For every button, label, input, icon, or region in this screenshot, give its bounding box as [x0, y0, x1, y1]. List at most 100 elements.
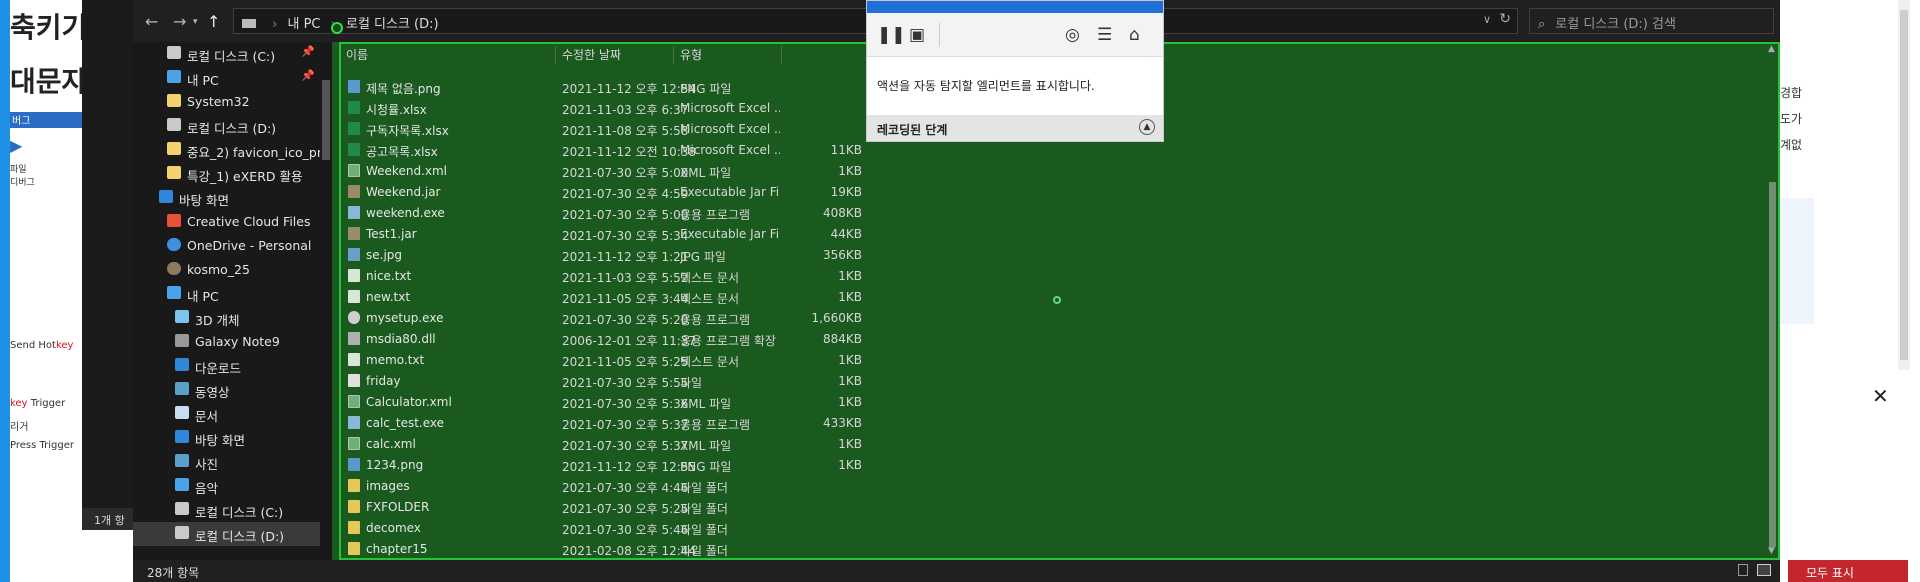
file-row[interactable]: decomex 2021-07-30 오후 5:46 파일 폴더: [332, 517, 1732, 538]
file-date: 2021-07-30 오후 5:37: [562, 418, 689, 432]
nav-item[interactable]: 중요_2) favicon_ico_png: [133, 138, 333, 162]
refresh-icon[interactable]: ↻: [1499, 11, 1511, 27]
file-row[interactable]: 공고목록.xlsx 2021-11-12 오전 10:38 Microsoft Ex…: [332, 139, 1732, 160]
recorded-steps-section[interactable]: 레코딩된 단계 ▲: [867, 115, 1163, 141]
bg-right-line-1: 경합: [1780, 86, 1803, 100]
nav-item[interactable]: 동영상: [133, 378, 323, 402]
nav-item[interactable]: Creative Cloud Files: [133, 210, 323, 234]
nav-item[interactable]: 로컬 디스크 (C:) 📌: [133, 42, 323, 66]
screenshot-icon[interactable]: ⌂: [1129, 25, 1140, 45]
nav-item[interactable]: 사진: [133, 450, 323, 474]
nav-item-label: 내 PC: [187, 73, 219, 88]
file-row[interactable]: nice.txt 2021-11-03 오후 5:52 텍스트 문서 1KB: [332, 265, 1732, 286]
large-icons-view-icon[interactable]: [1757, 564, 1771, 576]
file-row[interactable]: mysetup.exe 2021-07-30 오후 5:20 응용 프로그램 1,66…: [332, 307, 1732, 328]
recorded-steps-title: 레코딩된 단계: [877, 123, 948, 137]
file-type: 파일: [680, 376, 703, 390]
collapse-chevron-icon[interactable]: ▲: [1139, 119, 1155, 135]
file-row[interactable]: memo.txt 2021-11-05 오후 5:25 텍스트 문서 1KB: [332, 349, 1732, 370]
folder-icon: [167, 142, 181, 155]
close-icon[interactable]: ✕: [1872, 384, 1889, 408]
column-header-date[interactable]: 수정한 날짜: [556, 46, 674, 64]
file-row[interactable]: new.txt 2021-11-05 오후 3:44 텍스트 문서 1KB: [332, 286, 1732, 307]
file-row[interactable]: weekend.exe 2021-07-30 오후 5:00 응용 프로그램 408K…: [332, 202, 1732, 223]
save-icon[interactable]: ▣: [909, 25, 925, 45]
file-row[interactable]: Weekend.xml 2021-07-30 오후 5:00 XML 파일 1KB: [332, 160, 1732, 181]
file-type: XML 파일: [680, 397, 732, 411]
nav-item[interactable]: 특강_1) eXERD 활용: [133, 162, 323, 186]
file-name: Test1.jar: [366, 227, 417, 241]
file-row[interactable]: msdia80.dll 2006-12-01 오후 11:37 응용 프로그램 확장…: [332, 328, 1732, 349]
bg-scrollbar[interactable]: [1898, 0, 1910, 370]
nav-item-label: 내 PC: [187, 289, 219, 304]
nav-item[interactable]: 로컬 디스크 (D:): [133, 114, 323, 138]
breadcrumb-drive-d[interactable]: 로컬 디스크 (D:): [346, 17, 439, 32]
nav-item[interactable]: Galaxy Note9: [133, 330, 323, 354]
toolbar-divider: [939, 23, 940, 47]
nav-item-label: Galaxy Note9: [195, 334, 280, 349]
file-row[interactable]: Weekend.jar 2021-07-30 오후 4:59 Executable …: [332, 181, 1732, 202]
scroll-up-icon[interactable]: ▲: [1768, 44, 1775, 54]
nav-item-label: 다운로드: [195, 361, 242, 376]
file-list-scroll-thumb[interactable]: [1769, 182, 1776, 547]
navigation-scrollbar[interactable]: [320, 42, 332, 560]
nav-item-label: 바탕 화면: [195, 433, 245, 448]
file-row[interactable]: calc.xml 2021-07-30 오후 5:37 XML 파일 1KB: [332, 433, 1732, 454]
scroll-down-icon[interactable]: ▼: [1768, 546, 1775, 556]
breadcrumb-this-pc[interactable]: 내 PC: [287, 17, 320, 32]
file-row[interactable]: calc_test.exe 2021-07-30 오후 5:37 응용 프로그램 43…: [332, 412, 1732, 433]
column-header-name[interactable]: 이름: [340, 46, 556, 64]
nav-item[interactable]: 다운로드: [133, 354, 323, 378]
file-row[interactable]: FXFOLDER 2021-07-30 오후 5:25 파일 폴더: [332, 496, 1732, 517]
address-dropdown-icon[interactable]: ∨: [1483, 13, 1491, 26]
search-input[interactable]: ⌕ 로컬 디스크 (D:) 검색: [1529, 8, 1774, 34]
drive-icon: [242, 19, 256, 28]
element-detect-icon[interactable]: ◎: [1065, 25, 1080, 45]
file-type: 파일 폴더: [680, 523, 728, 537]
nav-item[interactable]: 바탕 화면: [133, 186, 323, 210]
file-name: memo.txt: [366, 353, 425, 367]
file-row[interactable]: 1234.png 2021-11-12 오후 12:55 PNG 파일 1KB: [332, 454, 1732, 475]
bg-heading-1: 축키기: [10, 11, 88, 44]
music-icon: [175, 478, 189, 491]
pause-icon[interactable]: ❚❚: [877, 25, 906, 45]
file-row[interactable]: friday 2021-07-30 오후 5:55 파일 1KB: [332, 370, 1732, 391]
bg-scroll-thumb[interactable]: [1900, 10, 1908, 360]
steps-list-icon[interactable]: ☰: [1097, 25, 1112, 45]
details-view-icon[interactable]: [1738, 564, 1748, 576]
nav-item[interactable]: 바탕 화면: [133, 426, 323, 450]
file-row[interactable]: Test1.jar 2021-07-30 오후 5:34 Executable Ja…: [332, 223, 1732, 244]
file-date: 2021-07-30 오후 4:46: [562, 481, 689, 495]
file-row[interactable]: se.jpg 2021-11-12 오후 1:21 JPG 파일 356KB: [332, 244, 1732, 265]
nav-item[interactable]: 내 PC 📌: [133, 66, 323, 90]
png-file-icon: [348, 80, 360, 93]
png-file-icon: [348, 458, 360, 471]
file-row[interactable]: Calculator.xml 2021-07-30 오후 5:36 XML 파일 1K…: [332, 391, 1732, 412]
play-icon: ▶: [10, 136, 23, 155]
excel-file-icon: [348, 101, 360, 114]
nav-item[interactable]: 문서: [133, 402, 323, 426]
navigation-scroll-thumb[interactable]: [322, 80, 330, 160]
phone-icon: [175, 334, 189, 347]
nav-item[interactable]: System32: [133, 90, 323, 114]
forward-arrow-icon[interactable]: →: [173, 12, 186, 31]
nav-item[interactable]: 음악: [133, 474, 323, 498]
file-row[interactable]: images 2021-07-30 오후 4:46 파일 폴더: [332, 475, 1732, 496]
file-list-scrollbar[interactable]: ▲ ▼: [1765, 42, 1780, 560]
recent-locations-chevron-icon[interactable]: ▾: [193, 17, 198, 27]
file-type: Microsoft Excel ...: [680, 101, 780, 115]
file-name: calc.xml: [366, 437, 416, 451]
pc-icon: [167, 286, 181, 299]
show-all-button[interactable]: 모두 표시: [1788, 560, 1908, 582]
nav-item[interactable]: 로컬 디스크 (D:): [133, 522, 323, 546]
nav-item[interactable]: 3D 개체: [133, 306, 323, 330]
column-header-type[interactable]: 유형: [674, 46, 782, 64]
file-row[interactable]: chapter15 2021-02-08 오후 12:44 파일 폴더: [332, 538, 1732, 559]
back-arrow-icon[interactable]: ←: [145, 12, 158, 31]
nav-item[interactable]: kosmo_25: [133, 258, 323, 282]
jpg-file-icon: [348, 248, 360, 261]
nav-item[interactable]: 로컬 디스크 (C:): [133, 498, 323, 522]
nav-item[interactable]: OneDrive - Personal: [133, 234, 323, 258]
up-arrow-icon[interactable]: ↑: [207, 12, 220, 31]
nav-item[interactable]: 내 PC: [133, 282, 323, 306]
